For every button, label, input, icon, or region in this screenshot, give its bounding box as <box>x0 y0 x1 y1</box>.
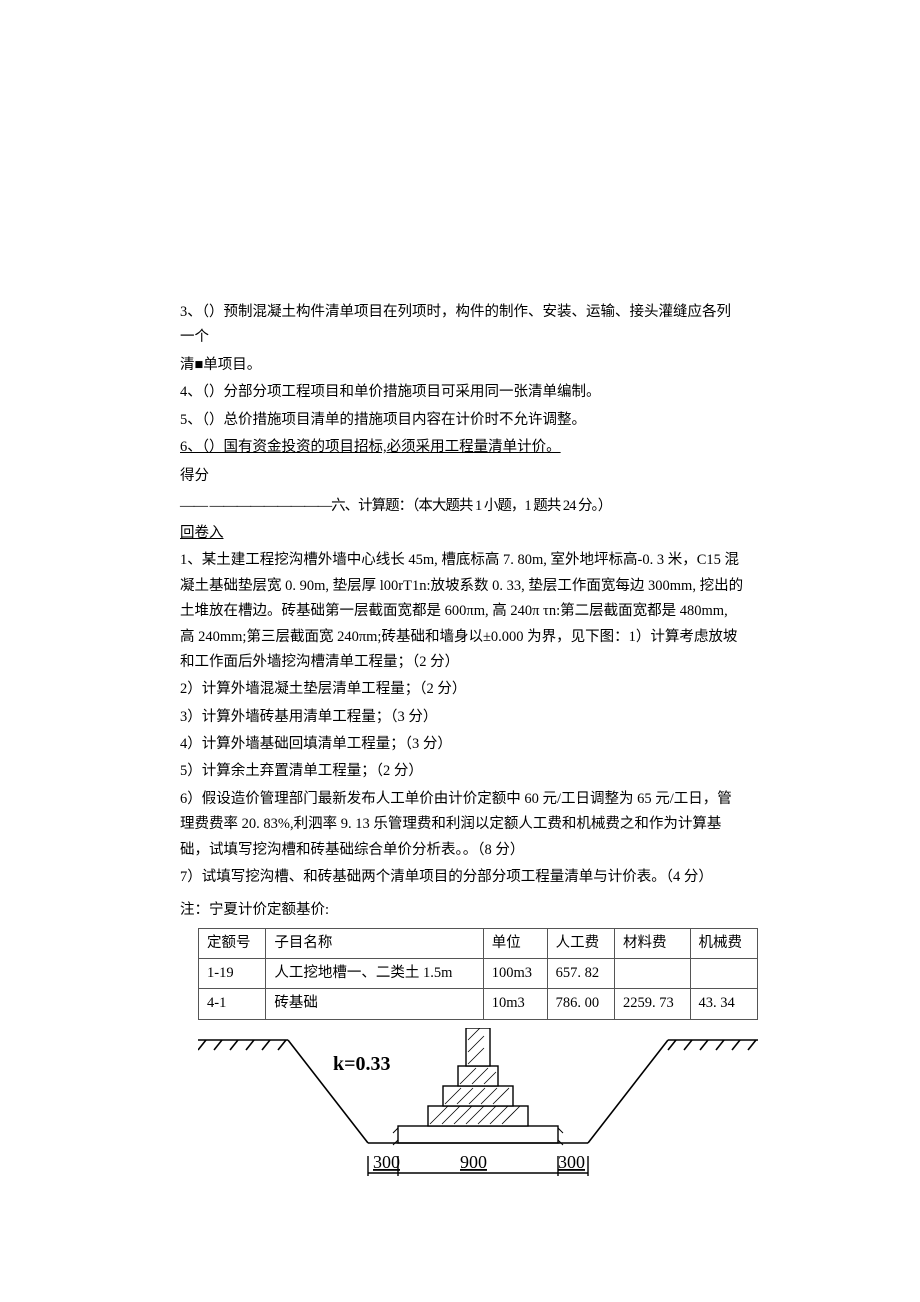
calc-item-6: 6）假设造价管理部门最新发布人工单价由计价定额中 60 元/工日调整为 65 元… <box>180 787 745 863</box>
bedding-layer <box>398 1126 558 1143</box>
cell-unit: 100m3 <box>483 959 547 989</box>
foundation-svg: k=0.33 300 900 300 <box>198 1028 758 1193</box>
calc-item-1: 1、某土建工程挖沟槽外墙中心线长 45m, 槽底标高 7. 80m, 室外地坪标… <box>180 548 745 675</box>
dim-300-left: 300 <box>373 1152 400 1172</box>
th-machine: 机械费 <box>690 928 757 958</box>
k-label: k=0.33 <box>333 1053 391 1075</box>
question-6: 6、（）国有资金投资的项目招标,必须采用工程量清单计价。 <box>180 435 745 460</box>
pricing-table: 定额号 子目名称 单位 人工费 材料费 机械费 1-19 人工挖地槽一、二类土 … <box>198 928 758 1020</box>
calc-item-5: 5）计算余土弃置清单工程量；（2 分） <box>180 759 745 784</box>
cell-machine <box>690 959 757 989</box>
cell-unit: 10m3 <box>483 989 547 1019</box>
table-row: 1-19 人工挖地槽一、二类土 1.5m 100m3 657. 82 <box>199 959 758 989</box>
question-3-line2: 清■单项目。 <box>180 353 745 378</box>
cell-labor: 657. 82 <box>547 959 614 989</box>
th-unit: 单位 <box>483 928 547 958</box>
cell-material <box>615 959 691 989</box>
cell-code: 4-1 <box>199 989 266 1019</box>
th-labor: 人工费 <box>547 928 614 958</box>
th-material: 材料费 <box>615 928 691 958</box>
dim-300-right: 300 <box>558 1152 585 1172</box>
ground-line-left <box>198 1040 288 1050</box>
table-row: 4-1 砖基础 10m3 786. 00 2259. 73 43. 34 <box>199 989 758 1019</box>
cell-name: 人工挖地槽一、二类土 1.5m <box>266 959 483 989</box>
ground-line-right <box>668 1040 758 1050</box>
table-header-row: 定额号 子目名称 单位 人工费 材料费 机械费 <box>199 928 758 958</box>
calc-item-4: 4）计算外墙基础回填清单工程量；（3 分） <box>180 732 745 757</box>
th-code: 定额号 <box>199 928 266 958</box>
question-4: 4、（）分部分项工程项目和单价措施项目可采用同一张清单编制。 <box>180 380 745 405</box>
note-label: 注：宁夏计价定额基价: <box>180 898 745 923</box>
th-name: 子目名称 <box>266 928 483 958</box>
cell-labor: 786. 00 <box>547 989 614 1019</box>
question-3: 3、（）预制混凝土构件清单项目在列项时，构件的制作、安装、运输、接头灌缝应各列一… <box>180 300 745 351</box>
cell-name: 砖基础 <box>266 989 483 1019</box>
question-5: 5、（）总价措施项目清单的措施项目内容在计价时不允许调整。 <box>180 408 745 433</box>
returner-label: 回卷入 <box>180 521 745 546</box>
cell-code: 1-19 <box>199 959 266 989</box>
calc-item-3: 3）计算外墙砖基用清单工程量；（3 分） <box>180 705 745 730</box>
calc-item-7: 7）试填写挖沟槽、和砖基础两个清单项目的分部分项工程量清单与计价表。（4 分） <box>180 865 745 890</box>
foundation-diagram: k=0.33 300 900 300 <box>198 1028 758 1202</box>
cell-material: 2259. 73 <box>615 989 691 1019</box>
calc-item-2: 2）计算外墙混凝土垫层清单工程量；（2 分） <box>180 677 745 702</box>
dim-900: 900 <box>460 1152 487 1172</box>
cell-machine: 43. 34 <box>690 989 757 1019</box>
section-6-header: —— —————————六、计算题：（本大题共 1 小题，1 题共 24 分。） <box>180 494 745 519</box>
score-label: 得分 <box>180 464 745 489</box>
